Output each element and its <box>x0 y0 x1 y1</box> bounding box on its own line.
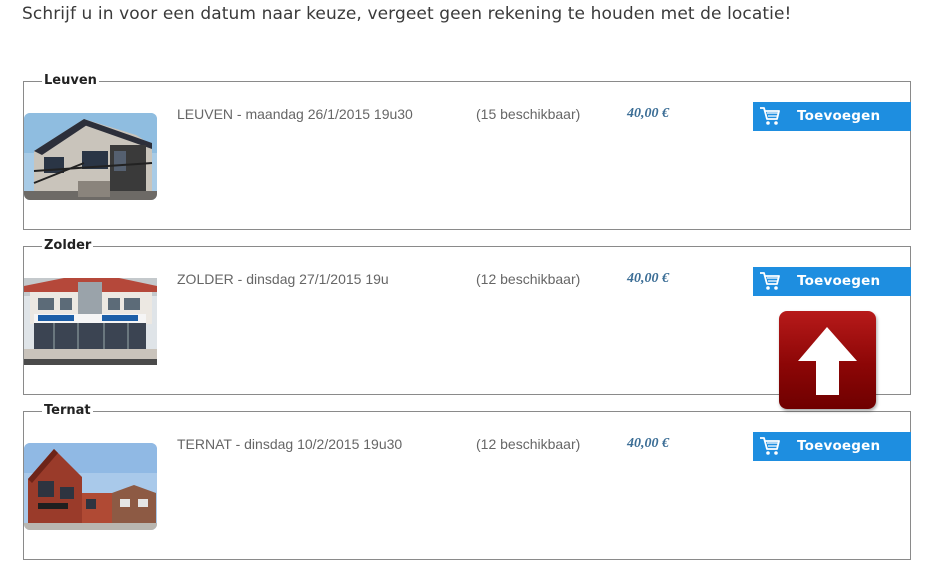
session-zolder: Zolder ZOLDER - dinsdag 27/1/2015 19u (1… <box>23 238 911 395</box>
session-price: 40,00 € <box>627 271 669 286</box>
intro-text: Schrijf u in voor een datum naar keuze, … <box>22 4 792 24</box>
scroll-to-top-button[interactable] <box>779 311 876 409</box>
add-to-cart-button[interactable]: Toevoegen <box>753 267 911 296</box>
add-button-label: Toevoegen <box>797 438 881 454</box>
add-to-cart-button[interactable]: Toevoegen <box>753 102 911 131</box>
venue-photo-leuven <box>24 113 157 200</box>
add-to-cart-button[interactable]: Toevoegen <box>753 432 911 461</box>
session-legend: Zolder <box>42 238 94 254</box>
availability-count: (15 beschikbaar) <box>476 106 581 122</box>
shopping-cart-icon <box>760 437 780 455</box>
availability-count: (12 beschikbaar) <box>476 271 581 287</box>
venue-photo-ternat <box>24 443 157 530</box>
session-legend: Leuven <box>42 73 99 89</box>
shopping-cart-icon <box>760 107 780 125</box>
session-price: 40,00 € <box>627 436 669 451</box>
add-button-label: Toevoegen <box>797 108 881 124</box>
venue-photo-zolder <box>24 278 157 365</box>
add-button-label: Toevoegen <box>797 273 881 289</box>
session-ternat: Ternat TERNAT - dinsdag 10/2/2015 19u30 … <box>23 403 911 560</box>
session-price: 40,00 € <box>627 106 669 121</box>
session-name: ZOLDER - dinsdag 27/1/2015 19u <box>177 271 389 287</box>
session-leuven: Leuven LEUVEN - maandag 26/1/2015 19u30 … <box>23 73 911 230</box>
session-name: TERNAT - dinsdag 10/2/2015 19u30 <box>177 436 403 452</box>
shopping-cart-icon <box>760 272 780 290</box>
session-legend: Ternat <box>42 403 93 419</box>
session-name: LEUVEN - maandag 26/1/2015 19u30 <box>177 106 413 122</box>
arrow-up-icon <box>798 327 857 395</box>
availability-count: (12 beschikbaar) <box>476 436 581 452</box>
